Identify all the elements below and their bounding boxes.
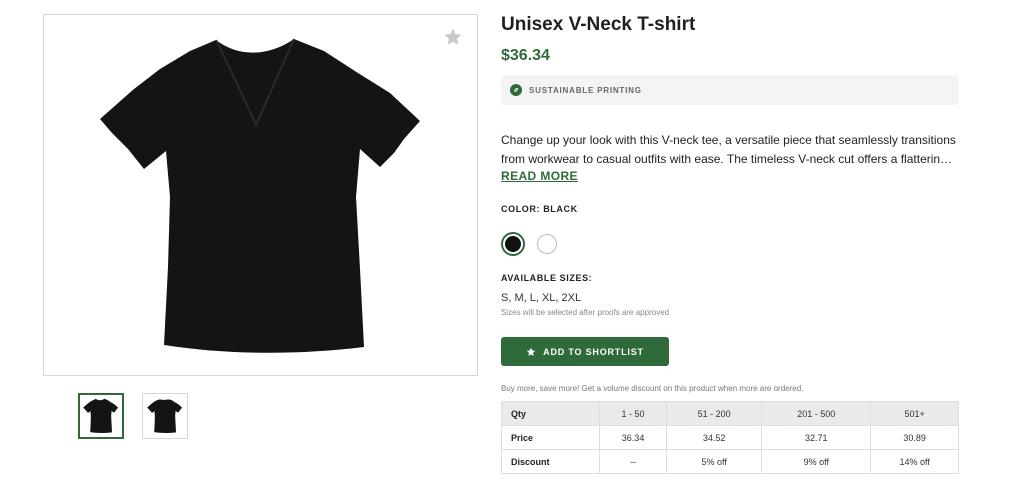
table-row-discount: Discount -- 5% off 9% off 14% off [501,449,959,474]
table-cell: Qty [501,401,600,426]
sizes-note: Sizes will be selected after proofs are … [501,308,670,317]
tshirt-image [100,38,420,353]
table-row-price: Price 36.34 34.52 32.71 30.89 [501,425,959,450]
table-cell: Discount [501,449,600,474]
table-cell: 34.52 [666,425,763,450]
table-cell: 201 - 500 [761,401,872,426]
table-cell: Price [501,425,600,450]
table-cell: 9% off [761,449,872,474]
product-price: $36.34 [501,47,550,64]
color-label: COLOR: BLACK [501,204,578,214]
main-product-image[interactable] [43,14,478,376]
read-more-link[interactable]: READ MORE [501,169,578,183]
tshirt-thumb-back [147,399,183,433]
thumbnail-front[interactable] [78,393,124,439]
sizes-label: AVAILABLE SIZES: [501,273,593,283]
sustainable-badge: SUSTAINABLE PRINTING [501,75,959,105]
table-cell: 1 - 50 [598,401,668,426]
add-to-shortlist-button[interactable]: ADD TO SHORTLIST [501,337,669,366]
thumbnail-back[interactable] [142,393,188,439]
color-swatch-black[interactable] [501,232,525,256]
table-cell: 51 - 200 [666,401,763,426]
table-cell: 14% off [870,449,959,474]
shortlist-label: ADD TO SHORTLIST [543,346,644,357]
volume-discount-table: Qty 1 - 50 51 - 200 201 - 500 501+ Price… [501,401,959,474]
table-cell: -- [598,449,668,474]
sizes-value: S, M, L, XL, 2XL [501,292,582,304]
star-icon [526,347,536,357]
product-description: Change up your look with this V-neck tee… [501,133,956,166]
product-title: Unisex V-Neck T-shirt [501,14,696,35]
volume-promo: Buy more, save more! Get a volume discou… [501,384,804,393]
badge-label: SUSTAINABLE PRINTING [529,85,642,95]
leaf-icon [510,84,522,96]
color-swatch-white[interactable] [537,234,557,254]
table-cell: 501+ [870,401,959,426]
favorite-star-icon[interactable] [443,27,463,47]
table-cell: 32.71 [761,425,872,450]
table-cell: 36.34 [598,425,668,450]
tshirt-thumb-front [83,398,119,433]
table-cell: 30.89 [870,425,959,450]
table-row-qty: Qty 1 - 50 51 - 200 201 - 500 501+ [501,401,959,426]
table-cell: 5% off [666,449,763,474]
